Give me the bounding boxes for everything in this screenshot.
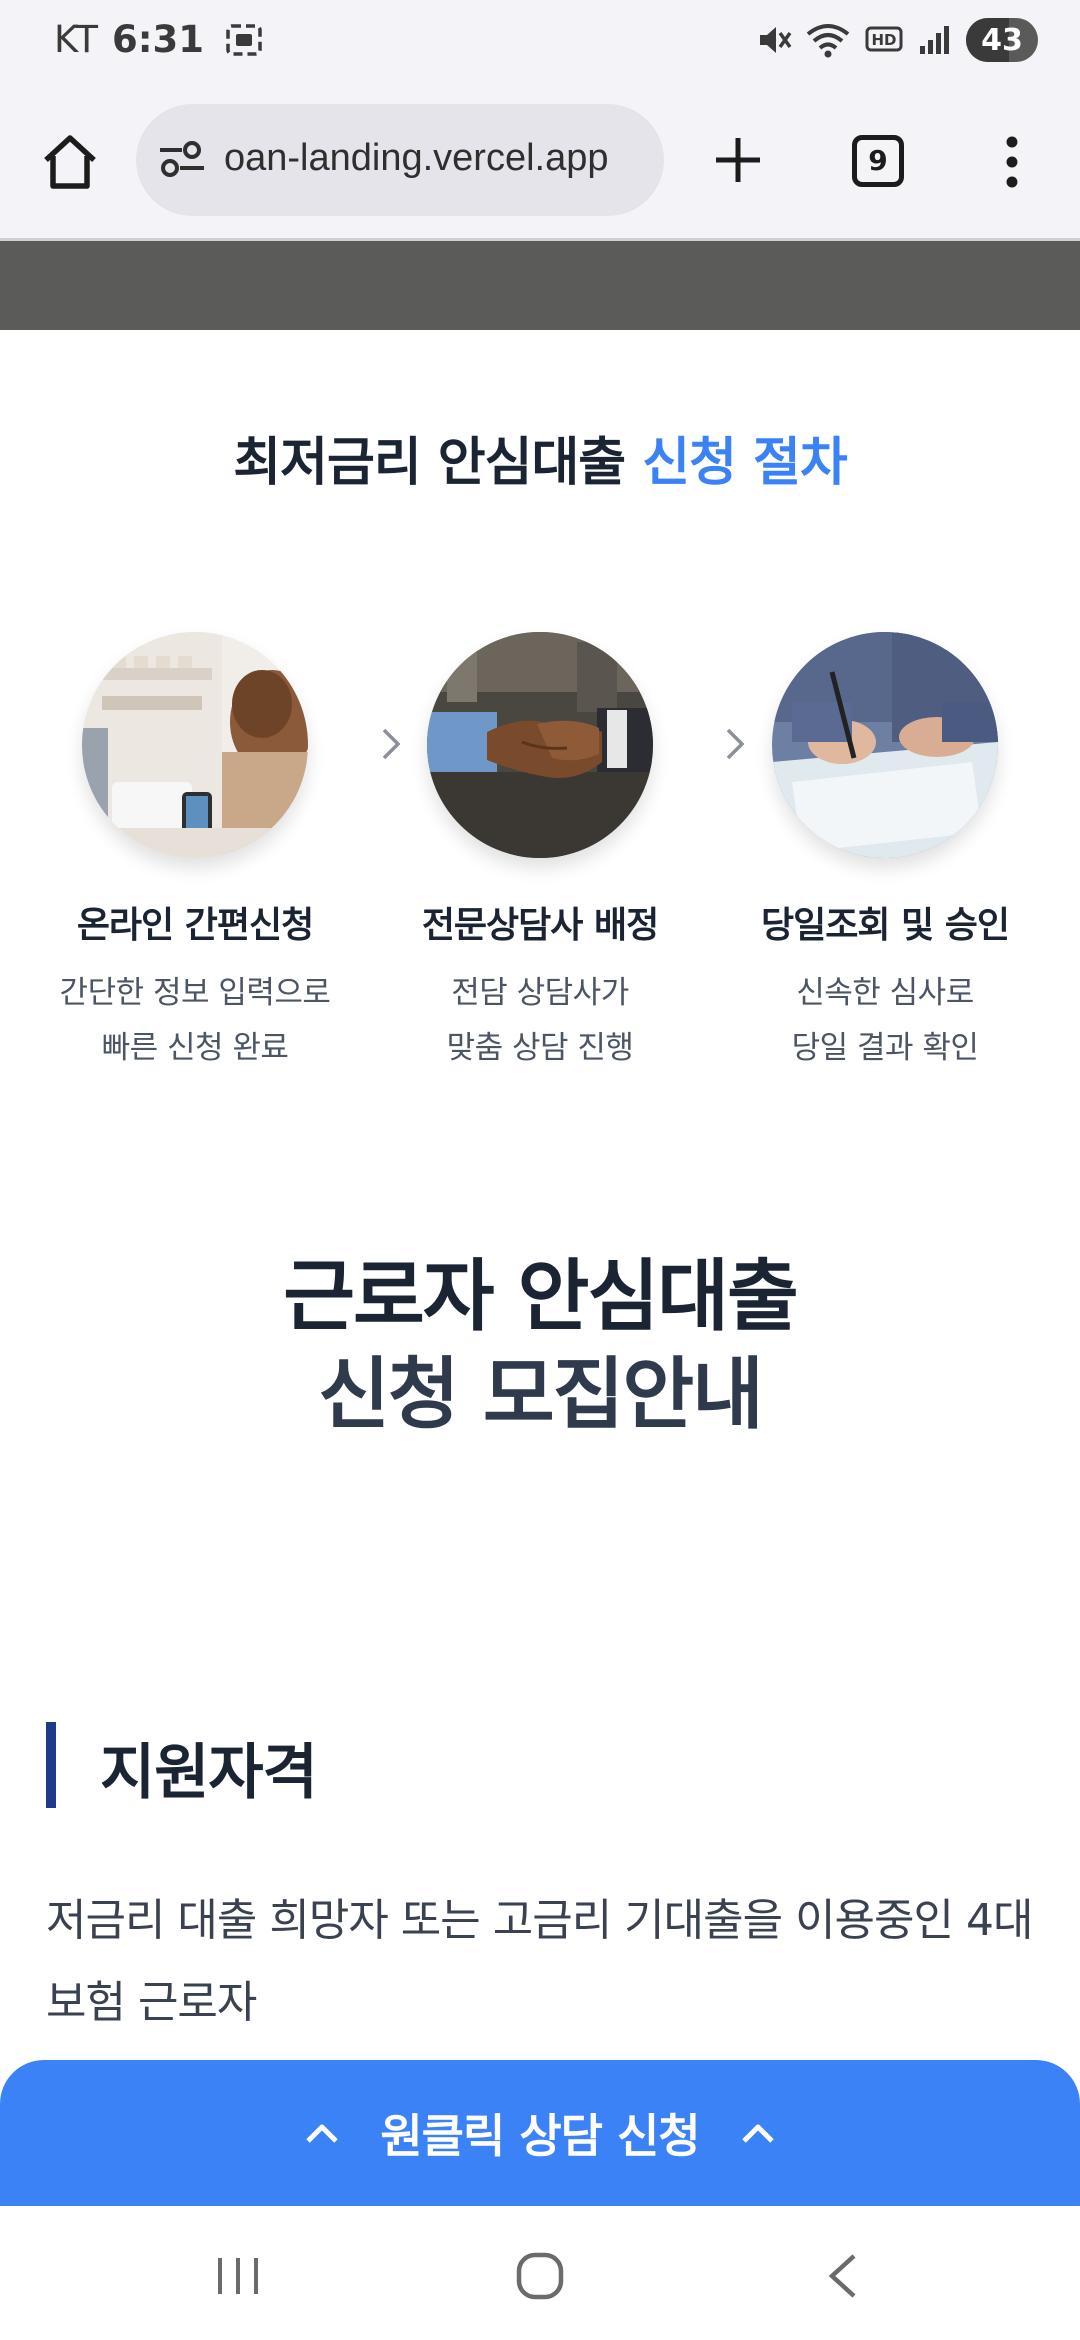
process-section-title: 최저금리 안심대출 신청 절차 — [0, 420, 1080, 495]
process-step-counselor: 전문상담사 배정 전담 상담사가 맞춤 상담 진행 — [380, 632, 700, 1076]
address-bar[interactable]: oan-landing.vercel.app — [136, 104, 664, 216]
tab-switcher-button[interactable]: 9 — [852, 135, 904, 187]
process-step-approval: 당일조회 및 승인 신속한 심사로 당일 결과 확인 — [725, 632, 1045, 1076]
plus-icon — [716, 138, 760, 182]
mute-icon — [756, 22, 792, 58]
screen-capture-icon — [224, 20, 264, 60]
step-description: 전담 상담사가 맞춤 상담 진행 — [380, 966, 700, 1076]
step-desc-line: 간단한 정보 입력으로 — [59, 975, 331, 1011]
hd-voice-icon: HD — [864, 22, 904, 58]
back-chevron-icon — [828, 2254, 856, 2298]
site-settings-icon[interactable] — [158, 138, 206, 182]
chevron-up-icon — [741, 2124, 774, 2143]
hero-banner-bottom — [0, 238, 1080, 330]
battery-indicator: 43 — [966, 18, 1038, 62]
home-icon — [44, 135, 96, 189]
step-desc-line: 전담 상담사가 — [451, 975, 629, 1011]
recruit-title-line2: 신청 모집안내 — [318, 1350, 764, 1440]
eligibility-body: 저금리 대출 희망자 또는 고금리 기대출을 이용중인 4대보험 근로자 — [46, 1895, 1033, 2028]
step-description: 신속한 심사로 당일 결과 확인 — [725, 966, 1045, 1076]
carrier-label: KT — [54, 18, 98, 61]
one-click-consult-button[interactable]: 원클릭 상담 신청 — [0, 2060, 1080, 2206]
browser-toolbar: oan-landing.vercel.app 9 — [0, 88, 1080, 238]
process-title-accent: 신청 절차 — [642, 433, 847, 493]
eligibility-heading: 지원자격 — [100, 1738, 318, 1808]
process-title-main: 최저금리 안심대출 — [233, 433, 626, 493]
step-photo-online-apply — [82, 632, 308, 858]
home-circle-icon — [516, 2252, 564, 2300]
recent-apps-icon — [218, 2258, 258, 2294]
step-desc-line: 당일 결과 확인 — [791, 1030, 979, 1066]
url-text: oan-landing.vercel.app — [224, 137, 609, 179]
step-photo-handshake — [427, 632, 653, 858]
signal-icon — [918, 22, 952, 58]
chevron-up-icon — [306, 2124, 339, 2143]
battery-level: 43 — [981, 23, 1023, 58]
more-vertical-icon — [1006, 136, 1018, 188]
section-accent-bar — [46, 1722, 56, 1808]
step-desc-line: 맞춤 상담 진행 — [446, 1030, 634, 1066]
wifi-icon — [806, 22, 850, 58]
system-navigation-bar — [0, 2206, 1080, 2340]
browser-menu-button[interactable] — [994, 130, 1030, 194]
recruit-title-line1: 근로자 안심대출 — [283, 1252, 798, 1342]
status-right: HD 43 — [756, 18, 1038, 62]
step-description: 간단한 정보 입력으로 빠른 신청 완료 — [35, 966, 355, 1076]
status-left: KT 6:31 — [54, 18, 264, 61]
step-title: 온라인 간편신청 — [76, 905, 314, 946]
recent-apps-button[interactable] — [214, 2252, 262, 2300]
system-home-button[interactable] — [514, 2250, 566, 2302]
clock: 6:31 — [112, 18, 205, 61]
step-desc-line: 신속한 심사로 — [796, 975, 974, 1011]
step-photo-signing — [772, 632, 998, 858]
step-title: 전문상담사 배정 — [421, 905, 659, 946]
process-step-online-apply: 온라인 간편신청 간단한 정보 입력으로 빠른 신청 완료 — [35, 632, 355, 1076]
svg-text:HD: HD — [871, 31, 896, 49]
cta-label: 원클릭 상담 신청 — [380, 2109, 700, 2163]
system-back-button[interactable] — [824, 2250, 860, 2302]
new-tab-button[interactable] — [706, 128, 770, 192]
recruit-section-title: 근로자 안심대출 신청 모집안내 — [0, 1248, 1080, 1444]
step-desc-line: 빠른 신청 완료 — [101, 1030, 289, 1066]
status-bar: KT 6:31 HD 43 — [0, 0, 1080, 88]
step-title: 당일조회 및 승인 — [761, 905, 1010, 946]
home-button[interactable] — [38, 130, 102, 194]
